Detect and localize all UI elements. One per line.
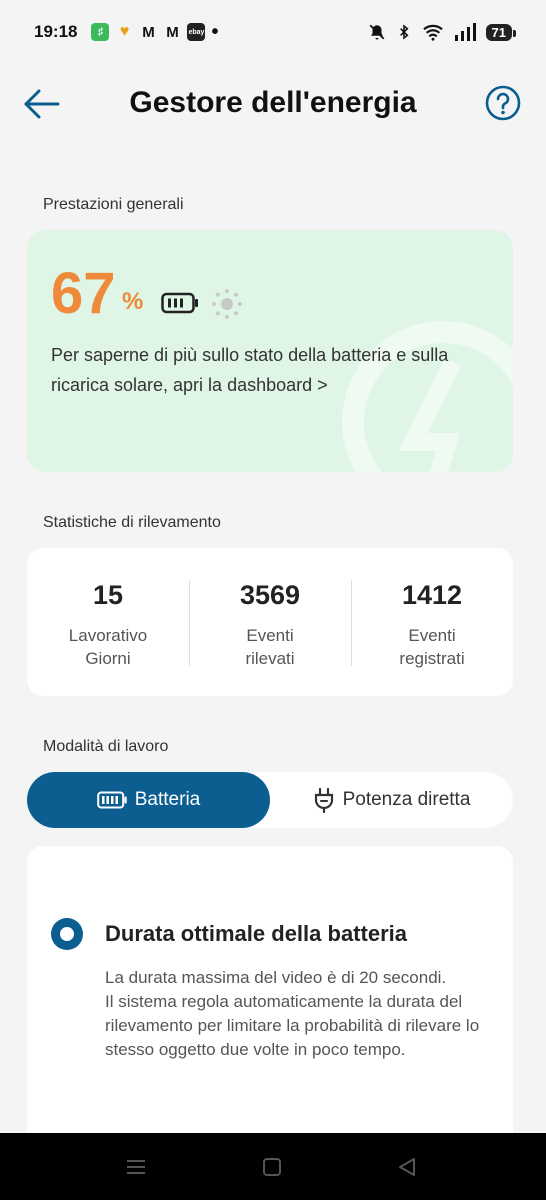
stat-label-line: Giorni <box>85 649 131 668</box>
bluetooth-icon <box>399 24 409 40</box>
option-description-line: Il sistema regola automaticamente la dur… <box>105 992 480 1059</box>
performance-unit: % <box>122 288 144 315</box>
gmail-icon: M <box>142 23 155 41</box>
stat-label-line: registrati <box>399 649 465 668</box>
performance-value: 67 <box>51 261 116 326</box>
header: Gestore dell'energia <box>0 70 546 140</box>
gmail-icon: M <box>166 23 179 41</box>
stat-recorded-events: 1412 Eventi registrati <box>351 548 513 696</box>
stats-section-label: Statistiche di rilevamento <box>43 514 221 531</box>
battery-icon: 71 <box>485 23 517 41</box>
battery-status-icon <box>161 292 198 314</box>
option-title: Durata ottimale della batteria <box>105 921 407 946</box>
performance-description: Per saperne di più sullo stato della bat… <box>51 345 449 395</box>
mode-label: Batteria <box>134 789 201 810</box>
option-description: La durata massima del video è di 20 seco… <box>105 966 495 1062</box>
app-green-icon: ♯ <box>91 23 110 41</box>
stat-label-line: Eventi <box>408 626 456 645</box>
back-icon[interactable] <box>396 1155 420 1179</box>
status-time: 19:18 <box>34 22 78 41</box>
stat-label-line: Eventi <box>246 626 294 645</box>
work-mode-toggle: Batteria Potenza diretta <box>27 772 513 828</box>
stat-label: Eventi rilevati <box>189 624 351 670</box>
app-heart-icon: ♥ <box>119 23 130 40</box>
wifi-icon <box>422 24 443 41</box>
stat-label-line: rilevati <box>245 649 295 668</box>
battery-icon <box>96 791 127 809</box>
page-title: Gestore dell'energia <box>129 86 417 119</box>
option-description-line: La durata massima del video è di 20 seco… <box>105 968 447 987</box>
stat-value: 3569 <box>239 580 301 610</box>
system-nav-bar <box>0 1133 546 1200</box>
system-icons: 71 <box>368 23 517 41</box>
performance-section-label: Prestazioni generali <box>43 196 184 213</box>
work-mode-section-label: Modalità di lavoro <box>43 738 169 755</box>
status-bar: 19:18 ♯ ♥ M M ebay • 71 <box>0 0 546 64</box>
notification-icons: ♯ ♥ M M ebay • <box>91 20 219 44</box>
stat-label-line: Lavorativo <box>68 626 148 645</box>
dot-icon: • <box>211 20 219 43</box>
stats-card: 15 Lavorativo Giorni 3569 Eventi rilevat… <box>27 548 513 696</box>
home-icon[interactable] <box>260 1155 284 1179</box>
mode-battery-button[interactable]: Batteria <box>27 772 270 828</box>
stat-label: Eventi registrati <box>351 624 513 670</box>
stat-detected-events: 3569 Eventi rilevati <box>189 548 351 696</box>
mute-icon <box>369 24 384 40</box>
menu-icon[interactable] <box>124 1155 148 1179</box>
signal-icon <box>454 23 476 41</box>
mode-label: Potenza diretta <box>342 789 471 810</box>
stat-working-days: 15 Lavorativo Giorni <box>27 548 189 696</box>
help-icon[interactable] <box>484 84 522 122</box>
stat-value: 1412 <box>401 580 463 610</box>
sun-icon <box>212 289 242 319</box>
battery-mode-option-card: Durata ottimale della batteria La durata… <box>27 846 513 1146</box>
mode-direct-power-button[interactable]: Potenza diretta <box>270 772 513 828</box>
stat-label: Lavorativo Giorni <box>27 624 189 670</box>
radio-button-selected[interactable] <box>51 918 83 950</box>
performance-card[interactable]: 67 % Per saperne di più sullo stato dell… <box>27 230 513 472</box>
plug-icon <box>314 787 333 813</box>
stat-value: 15 <box>92 580 124 610</box>
ebay-icon: ebay <box>187 23 206 41</box>
